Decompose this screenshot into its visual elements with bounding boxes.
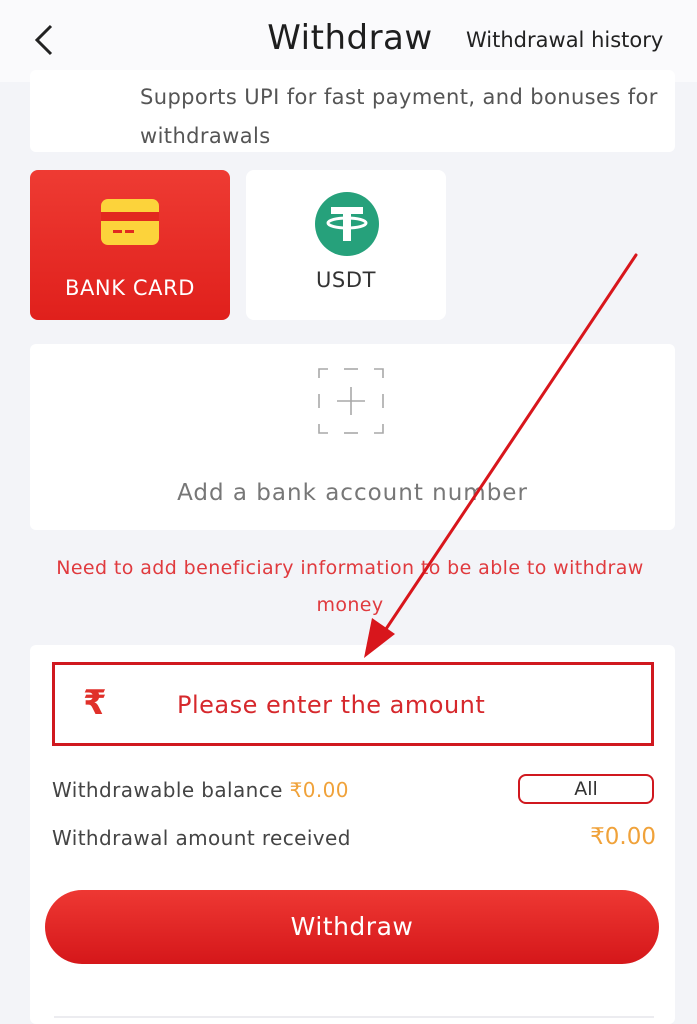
rupee-icon: ₹ — [83, 683, 107, 723]
amount-input-box[interactable]: ₹ — [52, 662, 654, 746]
page-title: Withdraw — [267, 18, 433, 58]
method-tile-bank-card[interactable]: BANK CARD — [30, 170, 230, 320]
withdrawal-history-link[interactable]: Withdrawal history — [466, 28, 663, 52]
withdrawable-balance-row: Withdrawable balance ₹0.00 — [52, 778, 349, 802]
usdt-icon — [315, 192, 379, 256]
all-button[interactable]: All — [518, 774, 654, 804]
divider — [54, 1016, 654, 1018]
method-label-usdt: USDT — [315, 268, 377, 292]
received-amount-label: Withdrawal amount received — [52, 826, 351, 850]
bank-card-icon — [101, 199, 159, 245]
beneficiary-notice: Need to add beneficiary information to b… — [56, 557, 644, 616]
withdraw-button[interactable]: Withdraw — [45, 890, 659, 964]
chevron-left-icon — [34, 24, 53, 56]
info-text: Supports UPI for fast payment, and bonus… — [140, 85, 658, 148]
received-amount-value: ₹0.00 — [590, 824, 656, 850]
withdrawable-balance-value: ₹0.00 — [289, 778, 349, 802]
method-tile-usdt[interactable]: USDT — [246, 170, 446, 320]
withdrawable-balance-label: Withdrawable balance — [52, 778, 283, 802]
add-icon — [318, 368, 384, 434]
add-bank-account-label: Add a bank account number — [177, 480, 528, 506]
back-button[interactable] — [22, 16, 66, 64]
amount-input[interactable] — [175, 679, 619, 731]
add-bank-account-card[interactable]: Add a bank account number — [30, 344, 675, 530]
method-label-bank-card: BANK CARD — [64, 276, 196, 300]
